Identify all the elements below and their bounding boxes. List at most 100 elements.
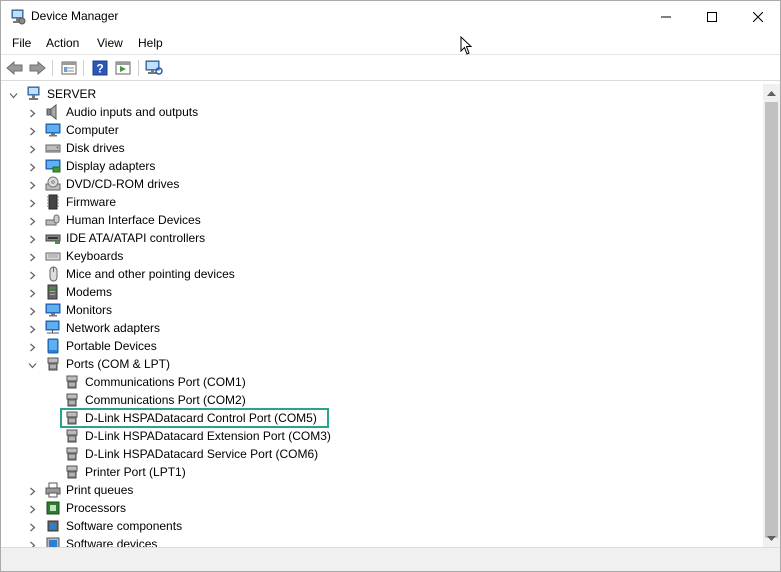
menu-file[interactable]: File (10, 35, 33, 51)
tree-category[interactable]: Firmware (1, 193, 763, 211)
run-button[interactable] (113, 59, 133, 77)
minimize-button[interactable] (643, 1, 689, 32)
tree-category[interactable]: Portable Devices (1, 337, 763, 355)
tree-category[interactable]: DVD/CD-ROM drives (1, 175, 763, 193)
tree-category[interactable]: Network adapters (1, 319, 763, 337)
chevron-down-icon[interactable] (9, 89, 18, 99)
chevron-right-icon[interactable] (28, 305, 37, 316)
title-bar[interactable]: Device Manager (1, 1, 780, 32)
tree-node-label: IDE ATA/ATAPI controllers (66, 231, 206, 245)
status-bar (1, 547, 780, 571)
tree-node-label: D-Link HSPADatacard Service Port (COM6) (85, 447, 319, 461)
scroll-thumb[interactable] (765, 102, 778, 538)
menu-view[interactable]: View (95, 35, 125, 51)
tree-category[interactable]: Mice and other pointing devices (1, 265, 763, 283)
minimize-icon (661, 16, 671, 17)
scroll-down-button[interactable] (763, 530, 780, 547)
tree-category[interactable]: Ports (COM & LPT) (1, 355, 763, 373)
device-manager-icon (10, 9, 26, 25)
chevron-right-icon[interactable] (28, 215, 37, 226)
tree-category[interactable]: IDE ATA/ATAPI controllers (1, 229, 763, 247)
chevron-right-icon[interactable] (28, 161, 37, 172)
tree-category[interactable]: Audio inputs and outputs (1, 103, 763, 121)
scroll-up-button[interactable] (763, 84, 780, 101)
processor-icon (45, 500, 61, 516)
tree-node-label: Disk drives (66, 141, 125, 155)
monitor-icon (45, 302, 61, 318)
tree-category[interactable]: Disk drives (1, 139, 763, 157)
tree-category[interactable]: Display adapters (1, 157, 763, 175)
tree-category[interactable]: Monitors (1, 301, 763, 319)
tree-category[interactable]: Keyboards (1, 247, 763, 265)
chevron-right-icon[interactable] (28, 503, 37, 514)
back-button[interactable] (5, 59, 25, 77)
tree-node-label: Ports (COM & LPT) (66, 357, 171, 371)
menu-action[interactable]: Action (44, 35, 81, 51)
tree-node-label: Firmware (66, 195, 116, 209)
chip-icon (45, 194, 61, 210)
chevron-right-icon[interactable] (28, 143, 37, 154)
chevron-right-icon[interactable] (28, 251, 37, 262)
menu-help[interactable]: Help (136, 35, 165, 51)
help-button[interactable]: ? (90, 59, 110, 77)
software-component-icon (45, 518, 61, 534)
tree-node-label: Keyboards (66, 249, 124, 263)
chevron-right-icon[interactable] (28, 539, 37, 547)
selection-highlight (60, 408, 329, 428)
port-connector-icon (64, 464, 80, 480)
tree-category[interactable]: Software components (1, 517, 763, 535)
tree-port-item[interactable]: Printer Port (LPT1) (1, 463, 763, 481)
chevron-right-icon[interactable] (28, 197, 37, 208)
forward-button[interactable] (27, 59, 47, 77)
tree-node-label: SERVER (47, 87, 97, 101)
tree-node-label: Computer (66, 123, 119, 137)
tree-node-label: Printer Port (LPT1) (85, 465, 186, 479)
port-connector-icon (45, 356, 61, 372)
chevron-right-icon[interactable] (28, 287, 37, 298)
chevron-right-icon[interactable] (28, 323, 37, 334)
tree-category[interactable]: Modems (1, 283, 763, 301)
chevron-right-icon[interactable] (28, 521, 37, 532)
chevron-right-icon[interactable] (28, 125, 37, 136)
tree-category[interactable]: Processors (1, 499, 763, 517)
modem-icon (45, 284, 61, 300)
chevron-right-icon[interactable] (28, 269, 37, 280)
chevron-right-icon[interactable] (28, 107, 37, 118)
scan-hardware-button[interactable] (144, 59, 164, 77)
scan-hardware-icon (145, 60, 163, 75)
portable-device-icon (45, 338, 61, 354)
chevron-right-icon[interactable] (28, 233, 37, 244)
mouse-icon (45, 266, 61, 282)
device-manager-window: Device Manager File Action View Help ? S… (0, 0, 781, 572)
tree-category[interactable]: Software devices (1, 535, 763, 547)
chevron-right-icon[interactable] (28, 179, 37, 190)
tree-port-item[interactable]: Communications Port (COM1) (1, 373, 763, 391)
tree-node-label: Communications Port (COM2) (85, 393, 246, 407)
display-adapter-icon (45, 158, 61, 174)
toolbar-separator (138, 60, 139, 76)
ide-controller-icon (45, 230, 61, 246)
tree-category[interactable]: Computer (1, 121, 763, 139)
tree-node-label: D-Link HSPADatacard Extension Port (COM3… (85, 429, 331, 443)
chevron-down-icon[interactable] (28, 359, 37, 369)
chevron-right-icon[interactable] (28, 485, 37, 496)
tree-port-item[interactable]: D-Link HSPADatacard Service Port (COM6) (1, 445, 763, 463)
port-connector-icon (64, 374, 80, 390)
tree-root-server[interactable]: SERVER (1, 85, 763, 103)
maximize-button[interactable] (689, 1, 735, 32)
close-button[interactable] (735, 1, 780, 32)
tree-category[interactable]: Print queues (1, 481, 763, 499)
tree-node-label: Mice and other pointing devices (66, 267, 235, 281)
tree-node-label: Monitors (66, 303, 113, 317)
tree-port-item[interactable]: Communications Port (COM2) (1, 391, 763, 409)
disk-drive-icon (45, 140, 61, 156)
properties-button[interactable] (59, 59, 79, 77)
speaker-icon (45, 103, 61, 121)
tree-node-label: Human Interface Devices (66, 213, 201, 227)
chevron-right-icon[interactable] (28, 341, 37, 352)
tree-port-item[interactable]: D-Link HSPADatacard Extension Port (COM3… (1, 427, 763, 445)
vertical-scrollbar[interactable] (763, 84, 780, 547)
device-tree[interactable]: SERVER Audio inputs and outputs Computer Di… (1, 84, 763, 547)
tree-category[interactable]: Human Interface Devices (1, 211, 763, 229)
tree-node-label: Software devices (66, 537, 158, 547)
